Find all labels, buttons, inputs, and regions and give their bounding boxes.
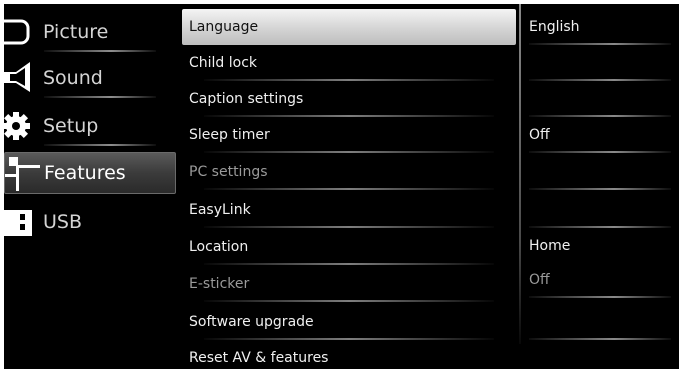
speaker-icon	[4, 58, 40, 98]
option-label: Language	[189, 19, 259, 35]
picture-icon	[4, 12, 40, 52]
value-child-lock	[523, 45, 679, 81]
value-location: Home	[523, 228, 679, 264]
category-label: Picture	[43, 21, 109, 43]
option-child-lock[interactable]: Child lock	[182, 45, 516, 81]
value-pc-settings	[523, 154, 679, 190]
option-software-upgrade[interactable]: Software upgrade	[182, 304, 516, 340]
option-language[interactable]: Language	[182, 9, 516, 45]
menu-frame: Picture Sound Setup Features USB Languag…	[4, 4, 679, 369]
value-label: English	[529, 19, 580, 35]
values-column: English Off Home Off	[523, 4, 679, 369]
usb-icon	[4, 202, 40, 242]
category-label: Sound	[43, 67, 103, 89]
divider	[204, 226, 494, 228]
divider	[204, 151, 494, 153]
value-software-upgrade	[523, 304, 679, 340]
category-column: Picture Sound Setup Features USB	[4, 4, 179, 369]
tv-menu-screen: Picture Sound Setup Features USB Languag…	[0, 0, 682, 373]
value-caption-settings	[523, 81, 679, 117]
category-sound[interactable]: Sound	[4, 58, 174, 98]
option-label: EasyLink	[189, 202, 251, 218]
category-picture[interactable]: Picture	[4, 12, 174, 52]
divider	[529, 338, 671, 340]
gear-icon	[4, 106, 40, 146]
value-language: English	[523, 9, 679, 45]
category-features[interactable]: Features	[4, 152, 176, 194]
divider	[529, 188, 671, 190]
option-label: Caption settings	[189, 91, 304, 107]
divider	[204, 300, 494, 302]
option-label: Software upgrade	[189, 314, 314, 330]
value-sleep-timer: Off	[523, 117, 679, 153]
option-e-sticker: E-sticker	[182, 266, 516, 302]
category-label: USB	[43, 211, 83, 233]
category-label: Setup	[43, 115, 99, 137]
value-label: Off	[529, 272, 550, 288]
option-label: Sleep timer	[189, 127, 270, 143]
option-label: Location	[189, 239, 249, 255]
option-label: E-sticker	[189, 276, 250, 292]
option-pc-settings: PC settings	[182, 154, 516, 190]
divider	[204, 188, 494, 190]
option-label: PC settings	[189, 164, 268, 180]
category-usb[interactable]: USB	[4, 202, 174, 242]
features-icon	[5, 153, 41, 193]
value-easylink	[523, 192, 679, 228]
option-sleep-timer[interactable]: Sleep timer	[182, 117, 516, 153]
option-label: Child lock	[189, 55, 258, 71]
value-label: Off	[529, 127, 550, 143]
column-divider	[519, 4, 521, 344]
options-column: Language Child lock Caption settings Sle…	[182, 4, 516, 369]
value-e-sticker: Off	[523, 262, 679, 298]
divider	[204, 263, 494, 265]
category-label: Features	[44, 162, 126, 184]
option-label: Reset AV & features	[189, 350, 329, 366]
divider	[44, 144, 156, 146]
option-easylink[interactable]: EasyLink	[182, 192, 516, 228]
option-reset-av-features[interactable]: Reset AV & features	[182, 340, 516, 369]
divider	[529, 151, 671, 153]
divider	[529, 296, 671, 298]
option-location[interactable]: Location	[182, 229, 516, 265]
value-label: Home	[529, 238, 571, 254]
divider	[44, 96, 156, 98]
option-caption-settings[interactable]: Caption settings	[182, 81, 516, 117]
divider	[44, 50, 156, 52]
category-setup[interactable]: Setup	[4, 106, 174, 146]
